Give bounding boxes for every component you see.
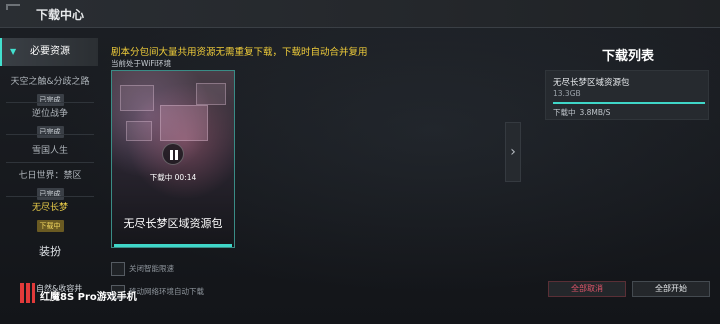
pause-icon[interactable] [162, 143, 184, 165]
card-progress-fill [114, 244, 232, 247]
status-badge: 已完成 [36, 94, 64, 106]
divider [6, 134, 94, 135]
download-speed: 3.8MB/S [579, 108, 611, 117]
wifi-status: 当前处于WiFi环境 [111, 59, 172, 68]
option-smart-throttle[interactable]: 关闭智能限速 [111, 262, 174, 276]
sidebar-item-required-resources[interactable]: ▼ 必要资源 [0, 38, 98, 66]
download-progress-bar [553, 102, 705, 104]
resource-pack-card[interactable]: 下载中 00:14 无尽长梦区域资源包 [111, 70, 235, 248]
sidebar-section-label: 装扮 [39, 245, 61, 258]
download-progress-fill [553, 102, 705, 104]
download-item-status: 下载中 3.8MB/S [553, 107, 610, 118]
sidebar-item-label: 七日世界：禁区 [18, 171, 82, 181]
status-badge: 已完成 [36, 126, 64, 138]
page-title: 下载中心 [36, 8, 85, 22]
art-frame [126, 121, 152, 141]
download-status-text: 下载中 [553, 108, 576, 117]
sidebar-item-label: 必要资源 [30, 46, 70, 57]
chevron-down-icon: ▼ [10, 47, 17, 56]
download-item-name: 无尽长梦区域资源包 [553, 78, 630, 88]
sidebar-item-label: 逆位战争 [31, 109, 68, 119]
sidebar-item-endless-dream[interactable]: 无尽长梦 下载中 [6, 200, 94, 232]
merge-notice: 剧本分包间大量共用资源无需重复下载，下载时自动合并复用 [111, 47, 368, 58]
card-progress-bar [114, 244, 232, 247]
option-label: 关闭智能限速 [129, 264, 174, 273]
sidebar-item-label: 天空之触&分歧之路 [10, 77, 90, 87]
start-all-button[interactable]: 全部开始 [632, 281, 710, 297]
divider [6, 102, 94, 103]
download-item-size: 13.3GB [553, 89, 581, 98]
cancel-all-button[interactable]: 全部取消 [548, 281, 626, 297]
sidebar-item-label: 无尽长梦 [31, 203, 68, 213]
option-label: 移动网络环境自动下载 [129, 287, 204, 296]
download-list-title: 下载列表 [601, 49, 654, 64]
status-badge: 已完成 [36, 188, 64, 200]
watermark-text: 红魔8S Pro游戏手机 [40, 292, 137, 303]
sidebar: ▼ 必要资源 天空之触&分歧之路 已完成 逆位战争 已完成 雪国人生 七日世界：… [0, 38, 100, 324]
checkbox[interactable] [111, 262, 125, 276]
art-frame [196, 83, 226, 105]
title-bar: 下载中心 [0, 0, 720, 28]
card-title: 无尽长梦区域资源包 [123, 217, 223, 230]
sidebar-item-label: 雪国人生 [31, 146, 68, 156]
divider [6, 162, 94, 163]
collapse-arrow-icon[interactable]: › [505, 122, 521, 182]
redmagic-logo-icon [20, 283, 35, 303]
art-frame [160, 105, 208, 141]
sidebar-section-outfit[interactable]: 装扮 [6, 243, 94, 259]
card-download-status: 下载中 00:14 [149, 173, 197, 182]
art-frame [120, 85, 154, 111]
corner-decoration [6, 4, 20, 10]
status-badge: 下载中 [36, 220, 64, 232]
sidebar-item-snow-life[interactable]: 雪国人生 [6, 143, 94, 156]
download-list-item[interactable]: 无尽长梦区域资源包 13.3GB 下载中 3.8MB/S [545, 70, 709, 120]
divider [6, 196, 94, 197]
